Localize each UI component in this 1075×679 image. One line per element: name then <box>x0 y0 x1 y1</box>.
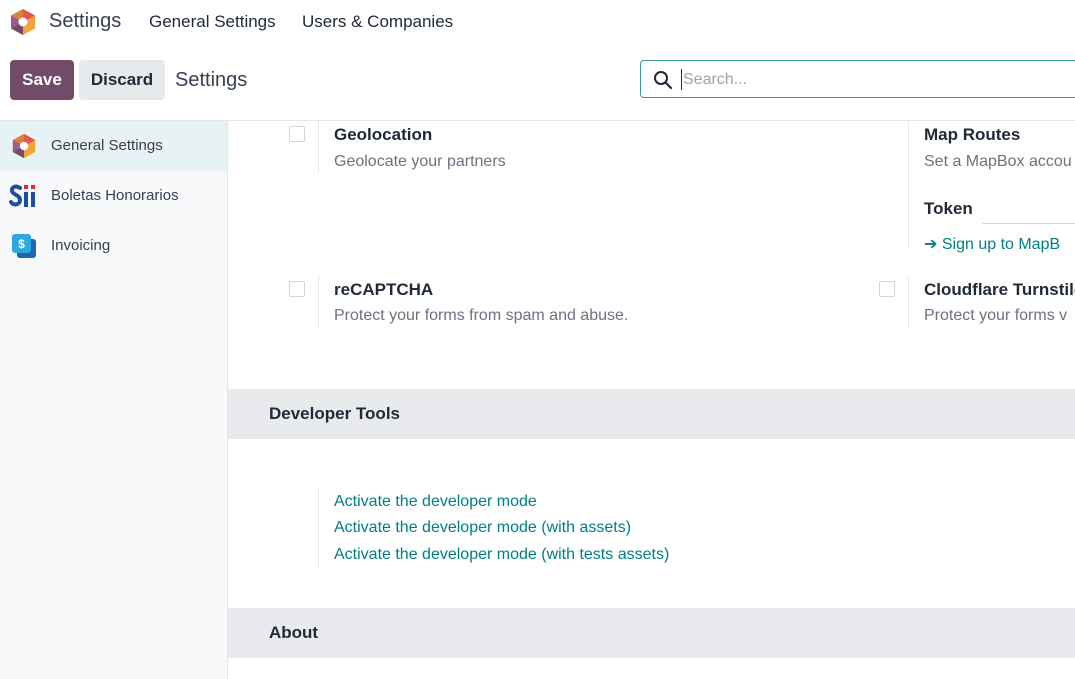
recaptcha-checkbox[interactable] <box>289 281 305 297</box>
token-label: Token <box>924 199 973 218</box>
divider <box>908 121 909 248</box>
turnstile-title: Cloudflare Turnstile <box>924 280 1075 299</box>
section-title: Developer Tools <box>269 404 400 423</box>
search-input[interactable] <box>681 67 1065 93</box>
sii-logo-icon <box>9 184 35 207</box>
settings-sidebar: General Settings Boletas Honorarios $ In… <box>0 121 228 679</box>
menu-general-settings[interactable]: General Settings <box>149 12 276 32</box>
sidebar-item-invoicing[interactable]: $ Invoicing <box>0 221 227 271</box>
geolocation-title: Geolocation <box>334 125 433 144</box>
breadcrumb: Settings <box>175 69 248 91</box>
token-input[interactable] <box>982 199 1075 224</box>
search-icon <box>654 71 673 90</box>
geolocation-checkbox[interactable] <box>289 126 305 142</box>
sidebar-item-label: General Settings <box>51 137 163 154</box>
top-navbar: Settings General Settings Users & Compan… <box>0 0 1075 44</box>
activate-developer-mode-assets-link[interactable]: Activate the developer mode (with assets… <box>334 519 631 537</box>
search-bar[interactable] <box>640 60 1075 98</box>
settings-app-icon <box>12 133 36 159</box>
divider <box>318 276 319 328</box>
sidebar-item-boletas-honorarios[interactable]: Boletas Honorarios <box>0 171 227 221</box>
discard-button[interactable]: Discard <box>79 60 165 100</box>
recaptcha-title: reCAPTCHA <box>334 280 434 299</box>
activate-developer-mode-link[interactable]: Activate the developer mode <box>334 493 537 511</box>
app-title: Settings <box>49 10 122 32</box>
turnstile-checkbox[interactable] <box>879 281 895 297</box>
recaptcha-description: Protect your forms from spam and abuse. <box>334 307 629 324</box>
divider <box>318 488 319 568</box>
turnstile-description: Protect your forms v <box>924 307 1068 324</box>
settings-content: Geolocation Geolocate your partners Map … <box>228 121 1075 679</box>
divider <box>908 276 909 328</box>
developer-tools-section-header: Developer Tools <box>228 389 1075 439</box>
geolocation-description: Geolocate your partners <box>334 153 506 170</box>
text-cursor <box>681 69 682 90</box>
sidebar-item-general-settings[interactable]: General Settings <box>0 121 227 171</box>
svg-text:$: $ <box>18 237 25 251</box>
divider <box>318 121 319 173</box>
save-button[interactable]: Save <box>10 60 74 100</box>
map-routes-title: Map Routes <box>924 125 1021 144</box>
settings-app-icon[interactable] <box>10 8 36 36</box>
menu-users-companies[interactable]: Users & Companies <box>302 12 453 32</box>
mapbox-signup-link[interactable]: ➔ Sign up to MapB <box>924 234 1060 254</box>
invoicing-app-icon: $ <box>12 234 36 258</box>
map-routes-description: Set a MapBox accou <box>924 153 1072 170</box>
about-section-header: About <box>228 608 1075 658</box>
activate-developer-mode-tests-assets-link[interactable]: Activate the developer mode (with tests … <box>334 546 669 564</box>
sidebar-item-label: Invoicing <box>51 237 111 254</box>
section-title: About <box>269 623 319 642</box>
sidebar-item-label: Boletas Honorarios <box>51 187 179 204</box>
